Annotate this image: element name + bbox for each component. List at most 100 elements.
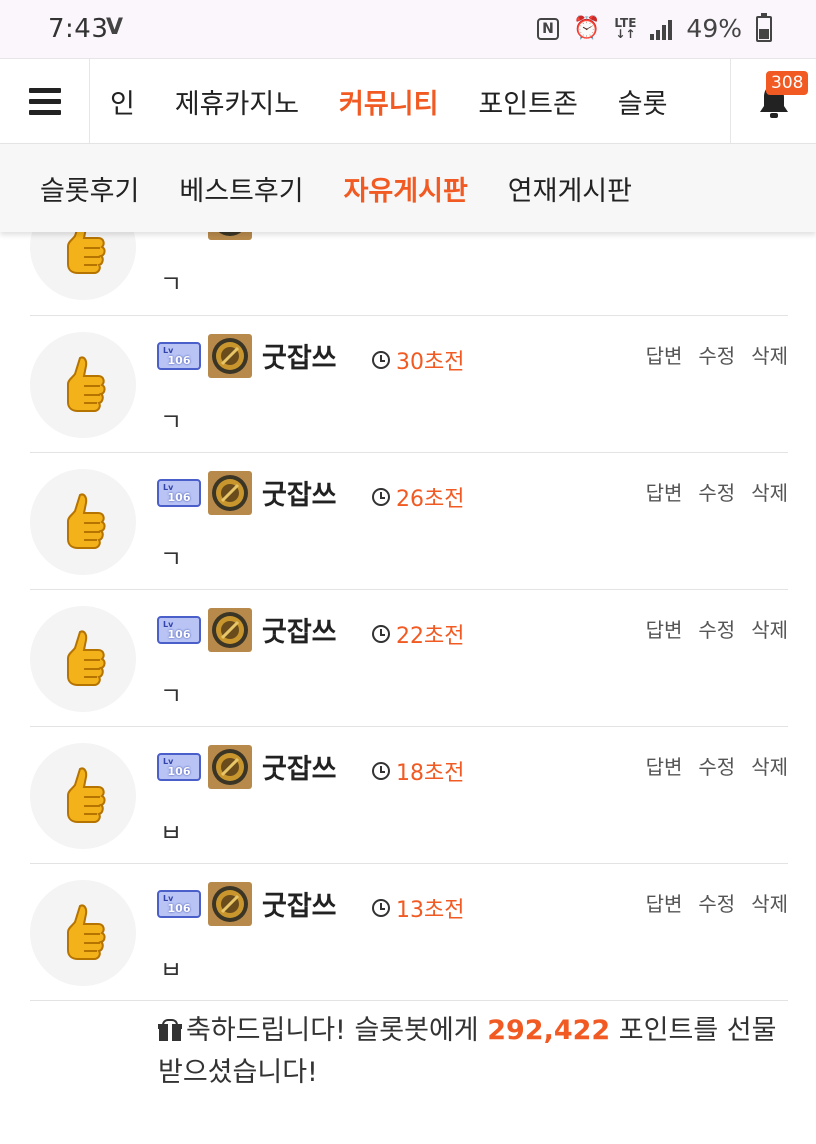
comment-author[interactable]: 굿잡쓰 [262, 884, 337, 923]
comment-time: 26초전 [372, 481, 464, 513]
nav-item-point-zone[interactable]: 포인트존 [478, 82, 577, 121]
comment-author[interactable]: 굿잡쓰 [262, 473, 337, 512]
reply-button[interactable]: 답변 [646, 888, 683, 917]
comment-item: Lv 106 굿잡쓰 13초전 답변 수정 삭제 ㅂ [30, 864, 788, 1001]
level-badge: Lv106 [157, 342, 201, 370]
reply-button[interactable]: 답변 [646, 614, 683, 643]
clock-icon [372, 488, 390, 506]
status-bar: 7:43 V N ⏰ LTE ↓↑ 49% [0, 0, 816, 58]
clock-icon [372, 351, 390, 369]
lte-icon: LTE ↓↑ [614, 15, 637, 41]
nfc-icon: N [536, 17, 559, 40]
reply-button[interactable]: 답변 [646, 340, 683, 369]
edit-button[interactable]: 수정 [698, 614, 735, 643]
level-value: 106 [167, 354, 191, 367]
comment-time-text: 26초전 [396, 487, 465, 512]
edit-button[interactable]: 수정 [698, 477, 735, 506]
notification-button[interactable]: 308 [730, 59, 816, 144]
status-icons: N ⏰ LTE ↓↑ 49% [536, 12, 772, 43]
nav-item-slot[interactable]: 슬롯 [618, 82, 668, 121]
comment-author[interactable]: 굿잡쓰 [262, 747, 337, 786]
comment-text: ㄱ [160, 545, 183, 573]
comment-actions: 답변 수정 삭제 [646, 340, 788, 369]
comment-time: 22초전 [372, 618, 464, 650]
comment-actions: 답변 수정 삭제 [646, 888, 788, 917]
delete-button[interactable]: 삭제 [751, 751, 788, 780]
comment-time: 30초전 [372, 344, 464, 376]
thumbs-up-icon [67, 356, 106, 412]
hamburger-menu-icon[interactable] [0, 59, 90, 144]
main-nav: 인 제휴카지노 커뮤니티 포인트존 슬롯 308 [0, 58, 816, 144]
comment-author[interactable]: 굿잡쓰 [262, 336, 337, 375]
comment-time-text: 30초전 [396, 350, 465, 375]
comment-item: Lv 106 굿잡쓰 30초전 답변 수정 삭제 ㄱ [30, 316, 788, 453]
level-value: 106 [167, 628, 191, 641]
level-badge: Lv106 [157, 479, 201, 507]
sub-nav: 슬롯후기 베스트후기 자유게시판 연재게시판 [0, 144, 816, 232]
thumbs-up-icon [67, 904, 106, 960]
gift-message-prefix: 축하드립니다! 슬롯봇에게 [186, 1015, 488, 1046]
comment-text: ㄱ [160, 408, 183, 436]
nav-item-partner-casino[interactable]: 제휴카지노 [175, 82, 299, 121]
comment-time-text: 22초전 [396, 624, 465, 649]
level-badge: Lv106 [157, 616, 201, 644]
comment-author[interactable]: 굿잡쓰 [262, 610, 337, 649]
sub-tab-best-reviews[interactable]: 베스트후기 [179, 169, 303, 208]
sub-tab-serial-board[interactable]: 연재게시판 [508, 169, 632, 208]
level-value: 106 [167, 902, 191, 915]
comment-list: Lv106ㄱLv106굿잡쓰30초전답변수정삭제ㄱLv106굿잡쓰26초전답변수… [0, 178, 816, 1001]
level-badge: Lv106 [157, 753, 201, 781]
nav-item-in[interactable]: 인 [110, 82, 135, 121]
main-nav-items: 인 제휴카지노 커뮤니티 포인트존 슬롯 [90, 59, 730, 144]
comment-item: Lv 106 굿잡쓰 22초전 답변 수정 삭제 ㄱ [30, 590, 788, 727]
clock-icon [372, 762, 390, 780]
clock-icon [372, 625, 390, 643]
comment-text: ㄱ [160, 270, 183, 298]
rank-emblem-icon [208, 608, 252, 652]
rank-emblem-icon [208, 882, 252, 926]
signal-icon [650, 18, 673, 40]
delete-button[interactable]: 삭제 [751, 340, 788, 369]
avatar [30, 469, 136, 575]
comment-time: 13초전 [372, 892, 464, 924]
nav-item-community[interactable]: 커뮤니티 [339, 82, 438, 121]
comment-text: ㅂ [160, 956, 183, 984]
notification-count-badge: 308 [766, 71, 809, 95]
level-value: 106 [167, 491, 191, 504]
status-time: 7:43 [48, 14, 109, 44]
delete-button[interactable]: 삭제 [751, 477, 788, 506]
comment-time-text: 18초전 [396, 761, 465, 786]
edit-button[interactable]: 수정 [698, 751, 735, 780]
comment-time: 18초전 [372, 755, 464, 787]
thumbs-up-icon [67, 493, 106, 549]
avatar [30, 332, 136, 438]
avatar [30, 743, 136, 849]
comment-actions: 답변 수정 삭제 [646, 614, 788, 643]
delete-button[interactable]: 삭제 [751, 888, 788, 917]
edit-button[interactable]: 수정 [698, 340, 735, 369]
gift-icon [158, 1019, 182, 1041]
comment-item: Lv 106 굿잡쓰 18초전 답변 수정 삭제 ㅂ [30, 727, 788, 864]
gift-points: 292,422 [487, 1015, 611, 1046]
sub-tab-free-board[interactable]: 자유게시판 [344, 169, 468, 208]
thumbs-up-icon [67, 630, 106, 686]
alarm-icon: ⏰ [572, 16, 601, 41]
comment-time-text: 13초전 [396, 898, 465, 923]
avatar [30, 606, 136, 712]
comment-text: ㅂ [160, 819, 183, 847]
reply-button[interactable]: 답변 [646, 477, 683, 506]
thumbs-up-icon [67, 767, 106, 823]
battery-icon [756, 12, 772, 42]
volte-icon: V [106, 15, 124, 40]
delete-button[interactable]: 삭제 [751, 614, 788, 643]
comment-actions: 답변 수정 삭제 [646, 751, 788, 780]
level-value: 106 [167, 765, 191, 778]
clock-icon [372, 899, 390, 917]
level-badge: Lv106 [157, 890, 201, 918]
network-label: LTE [614, 15, 637, 30]
reply-button[interactable]: 답변 [646, 751, 683, 780]
edit-button[interactable]: 수정 [698, 888, 735, 917]
rank-emblem-icon [208, 745, 252, 789]
sub-tab-slot-reviews[interactable]: 슬롯후기 [40, 169, 139, 208]
gift-notice: 축하드립니다! 슬롯봇에게 292,422 포인트를 선물받으셨습니다! [158, 1010, 788, 1094]
